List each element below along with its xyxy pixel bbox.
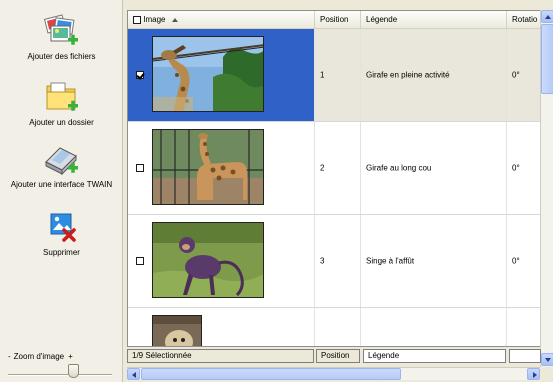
image-cell — [128, 215, 315, 307]
table-row[interactable]: 1 Girafe en pleine activité 0° — [128, 29, 540, 122]
zoom-control: - Zoom d'image + — [8, 352, 118, 378]
add-files-button[interactable]: Ajouter des fichiers — [0, 14, 123, 61]
selection-count: 1/9 Sélectionnée — [127, 349, 314, 363]
table-footer: 1/9 Sélectionnée Position Légende — [127, 348, 541, 365]
giraffe-eating-photo — [152, 36, 264, 112]
position-field[interactable]: Position — [316, 349, 360, 363]
column-header-position[interactable]: Position — [315, 11, 361, 29]
caption-cell[interactable]: Girafe en pleine activité — [361, 29, 507, 121]
scroll-right-button[interactable] — [527, 368, 540, 380]
horizontal-scrollbar[interactable] — [127, 367, 540, 380]
delete-button[interactable]: Supprimer — [0, 210, 123, 257]
rotation-cell: 0° — [507, 308, 540, 346]
animal-photo-partial — [152, 315, 202, 346]
rotation-field[interactable] — [509, 349, 541, 363]
table-header: Image Position Légende Rotatio — [128, 11, 540, 29]
zoom-plus-label: + — [68, 352, 73, 361]
scroll-left-button[interactable] — [127, 368, 140, 380]
zoom-minus-label: - — [8, 352, 11, 361]
add-folder-button[interactable]: Ajouter un dossier — [0, 80, 123, 127]
zoom-slider-track[interactable] — [8, 374, 112, 376]
column-header-image[interactable]: Image — [128, 11, 315, 29]
column-header-rotation[interactable]: Rotatio — [507, 11, 540, 29]
image-table: Image Position Légende Rotatio 1 Girafe … — [127, 10, 541, 347]
column-header-caption[interactable]: Légende — [361, 11, 507, 29]
chevron-up-icon — [545, 15, 551, 19]
position-cell: 1 — [315, 29, 361, 121]
rotation-cell: 0° — [512, 163, 520, 173]
add-files-icon — [42, 14, 82, 50]
rotation-cell: 0° — [512, 256, 520, 266]
column-label-image: Image — [143, 15, 166, 24]
caption-field[interactable]: Légende — [363, 349, 506, 363]
zoom-slider-thumb[interactable] — [68, 364, 79, 378]
table-row[interactable]: 3 Singe à l'affût 0° — [128, 215, 540, 308]
monkey-on-grass-photo — [152, 222, 264, 298]
vertical-scrollbar[interactable] — [540, 10, 553, 367]
table-row[interactable]: 2 Girafe au long cou 0° — [128, 122, 540, 215]
image-cell — [128, 122, 315, 214]
chevron-right-icon — [533, 372, 537, 378]
zoom-label-row: - Zoom d'image + — [8, 352, 118, 361]
rotation-cell: 0° — [507, 29, 540, 121]
chevron-down-icon — [545, 358, 551, 362]
caption-cell[interactable]: Singe à l'affût — [361, 215, 507, 307]
position-cell: 2 — [315, 122, 361, 214]
action-sidebar: Ajouter des fichiers Ajouter un dossier — [0, 0, 123, 382]
giraffe-in-pen-photo — [152, 129, 264, 205]
add-files-label: Ajouter des fichiers — [27, 52, 96, 61]
scroll-up-button[interactable] — [541, 10, 553, 23]
position-cell: 4 — [315, 308, 361, 346]
vertical-scroll-thumb[interactable] — [541, 24, 553, 94]
horizontal-scroll-thumb[interactable] — [141, 368, 401, 380]
chevron-left-icon — [132, 372, 136, 378]
image-cell — [128, 308, 315, 346]
caption-cell[interactable]: Girafe au long cou — [361, 122, 507, 214]
row-checkbox[interactable] — [136, 164, 144, 172]
add-twain-button[interactable]: Ajouter une interface TWAIN — [0, 142, 123, 189]
image-cell — [128, 29, 315, 121]
add-folder-icon — [42, 80, 82, 116]
delete-label: Supprimer — [43, 248, 80, 257]
row-checkbox[interactable] — [136, 71, 144, 79]
scroll-down-button[interactable] — [541, 353, 553, 366]
table-row[interactable]: 4 0° — [128, 308, 540, 346]
add-twain-label: Ajouter une interface TWAIN — [10, 180, 113, 189]
add-twain-scanner-icon — [42, 142, 82, 178]
zoom-label: Zoom d'image — [13, 352, 65, 361]
delete-image-icon — [42, 210, 82, 246]
position-cell: 3 — [315, 215, 361, 307]
select-all-checkbox[interactable] — [133, 15, 141, 24]
row-checkbox[interactable] — [136, 257, 144, 265]
add-folder-label: Ajouter un dossier — [29, 118, 94, 127]
caption-cell[interactable] — [361, 308, 507, 346]
sort-ascending-icon — [171, 17, 178, 22]
